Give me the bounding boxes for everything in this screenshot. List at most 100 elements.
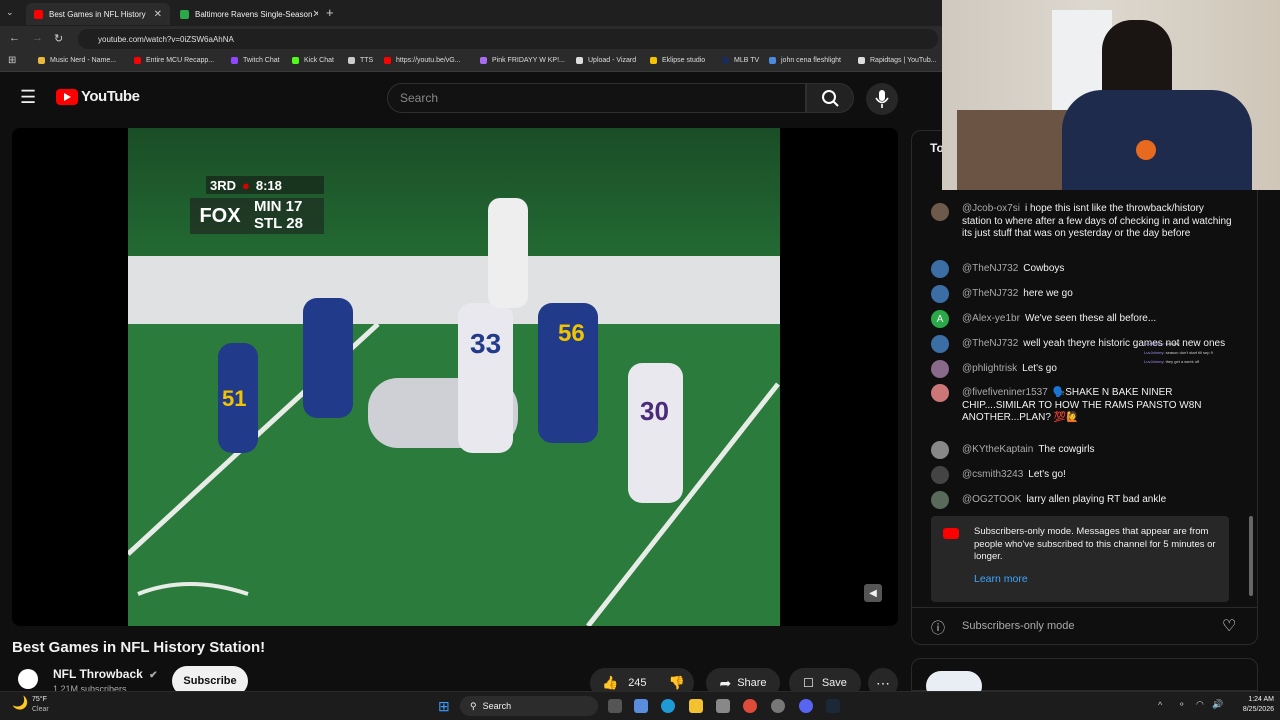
like-count[interactable]: 245	[628, 677, 646, 689]
windows-start-icon[interactable]: ⊞	[438, 698, 450, 715]
discord-icon[interactable]	[799, 699, 813, 713]
scoreboard: MIN 17 STL 28	[250, 198, 324, 234]
overlay-chat-line: LuvJohnny: they get a week off	[1144, 359, 1200, 364]
like-icon[interactable]: 👍	[602, 675, 618, 691]
avatar	[931, 360, 949, 378]
menu-icon[interactable]: ☰	[20, 87, 36, 108]
tab-strip: ⌄ Best Games in NFL History ✕ Baltimore …	[0, 0, 942, 26]
youtube-favicon	[34, 9, 43, 19]
chrome-icon[interactable]	[743, 699, 757, 713]
close-tab-icon[interactable]: ✕	[154, 9, 162, 20]
new-tab-icon[interactable]: +	[326, 5, 334, 20]
share-icon: ➦	[719, 674, 732, 691]
bookmark-item[interactable]: https://youtu.be/vG...	[384, 57, 461, 64]
channel-watermark-icon[interactable]: ◀	[864, 584, 882, 602]
task-view-icon[interactable]	[608, 699, 622, 713]
jersey-number: 51	[222, 386, 247, 411]
chat-message: @Jcob-ox7si i hope this isnt like the thr…	[962, 203, 1232, 239]
chat-input[interactable]: Subscribers-only mode	[962, 620, 1075, 632]
info-icon[interactable]: ⓘ	[931, 618, 945, 638]
search-input[interactable]: Search	[387, 83, 806, 113]
bookmark-item[interactable]: john cena fleshlight	[769, 57, 841, 64]
bookmark-item[interactable]: Upload - Vizard	[576, 57, 636, 64]
tab-search-icon[interactable]: ⌄	[6, 7, 14, 18]
copilot-icon[interactable]	[634, 699, 648, 713]
bookmark-item[interactable]: Entire MCU Recapp...	[134, 57, 214, 64]
tab-label: Best Games in NFL History	[49, 9, 146, 19]
avatar	[931, 203, 949, 221]
team2-score: STL 28	[254, 215, 303, 232]
chat-message: @csmith3243 Let's go!	[962, 469, 1066, 480]
youtube-header: ☰ YouTube Search	[0, 72, 942, 124]
person-shirt	[1062, 90, 1252, 190]
taskbar-search[interactable]: ⚲ Search	[460, 696, 598, 716]
bookmark-item[interactable]: Music Nerd - Name...	[38, 57, 116, 64]
search-button[interactable]	[806, 83, 854, 113]
video-title: Best Games in NFL History Station!	[12, 639, 266, 656]
weather-desc[interactable]: Clear	[32, 706, 49, 713]
desk	[957, 110, 1077, 190]
next-panel	[911, 658, 1258, 701]
url-bar[interactable]: youtube.com/watch?v=0iZSW6aAhNA	[78, 29, 938, 49]
clock-time[interactable]: 1:24 AM	[1226, 696, 1274, 703]
video-player[interactable]: 51 33 56 30 3RD ● 8:18 FOX MIN 17 STL 28…	[12, 128, 898, 626]
scorebug-top: 3RD ● 8:18	[206, 176, 324, 194]
avatar: A	[931, 310, 949, 328]
bookmark-item[interactable]: MLB TV	[722, 57, 759, 64]
avatar	[931, 491, 949, 509]
file-explorer-icon[interactable]	[689, 699, 703, 713]
tab-best-games[interactable]: Best Games in NFL History ✕	[26, 3, 170, 25]
save-label: Save	[821, 677, 847, 689]
back-icon[interactable]: ←	[9, 32, 20, 44]
edge-icon[interactable]	[661, 699, 675, 713]
bookmarks-bar: ⊞ Music Nerd - Name... Entire MCU Recapp…	[0, 52, 942, 72]
channel-name-text: NFL Throwback	[53, 667, 143, 681]
network-icon[interactable]: ⚬	[1178, 699, 1186, 710]
url-text: youtube.com/watch?v=0iZSW6aAhNA	[98, 34, 234, 44]
channel-name[interactable]: NFL Throwback ✔	[53, 667, 158, 681]
channel-avatar[interactable]	[18, 669, 38, 689]
avatar	[931, 384, 949, 402]
wifi-icon[interactable]: ◠	[1196, 699, 1204, 710]
bears-logo	[1136, 140, 1156, 160]
team1-score: MIN 17	[254, 198, 303, 215]
microphone-icon	[875, 90, 889, 108]
bookmark-item[interactable]: Kick Chat	[292, 57, 334, 64]
tab-ravens[interactable]: Baltimore Ravens Single-Season ✕	[172, 3, 318, 25]
bookmark-item[interactable]: TTS	[348, 57, 373, 64]
network-logo: FOX	[190, 198, 250, 234]
heart-icon[interactable]: ♡	[1222, 616, 1236, 636]
share-label: Share	[737, 677, 767, 689]
forward-icon[interactable]: →	[32, 32, 43, 44]
close-tab-icon[interactable]: ✕	[312, 9, 318, 20]
jersey-number: 30	[640, 396, 669, 426]
youtube-logo[interactable]: YouTube	[56, 88, 140, 105]
learn-more-link[interactable]: Learn more	[974, 573, 1028, 585]
apps-icon[interactable]: ⊞	[8, 55, 16, 66]
clock-date[interactable]: 8/25/2026	[1222, 706, 1274, 713]
tray-chevron-icon[interactable]: ^	[1158, 700, 1162, 710]
weather-temp[interactable]: 75°F	[32, 696, 47, 703]
chat-message: @TheNJ732 here we go	[962, 288, 1073, 299]
bookmark-item[interactable]: Rapidtags | YouTub...	[858, 57, 937, 64]
bookmark-item[interactable]: Eklipse studio	[650, 57, 705, 64]
bookmark-item[interactable]: Pink FRIDAYY W KP!...	[480, 57, 565, 64]
store-icon[interactable]	[716, 699, 730, 713]
live-chat: To @Jcob-ox7si i hope this isnt like the …	[911, 130, 1258, 645]
youtube-wordmark: YouTube	[81, 88, 140, 105]
bookmark-item[interactable]: Twitch Chat	[231, 57, 280, 64]
youtube-play-icon	[56, 88, 78, 105]
reload-icon[interactable]: ↻	[54, 32, 63, 45]
avatar	[931, 260, 949, 278]
live-dot: ●	[242, 177, 250, 193]
dislike-icon[interactable]: 👎	[669, 675, 685, 691]
voice-search-button[interactable]	[866, 83, 898, 115]
steam-icon[interactable]	[826, 699, 840, 713]
obs-icon[interactable]	[771, 699, 785, 713]
video-frame: 51 33 56 30 3RD ● 8:18 FOX MIN 17 STL 28	[128, 128, 780, 626]
chat-scrollbar[interactable]	[1249, 516, 1253, 596]
chat-message: @fivefiveniner1537 🗣️SHAKE N BAKE NINER C…	[962, 387, 1202, 423]
chat-message: @TheNJ732 Cowboys	[962, 263, 1065, 274]
jersey-number: 33	[470, 328, 502, 359]
weather-icon[interactable]: 🌙	[12, 695, 28, 711]
